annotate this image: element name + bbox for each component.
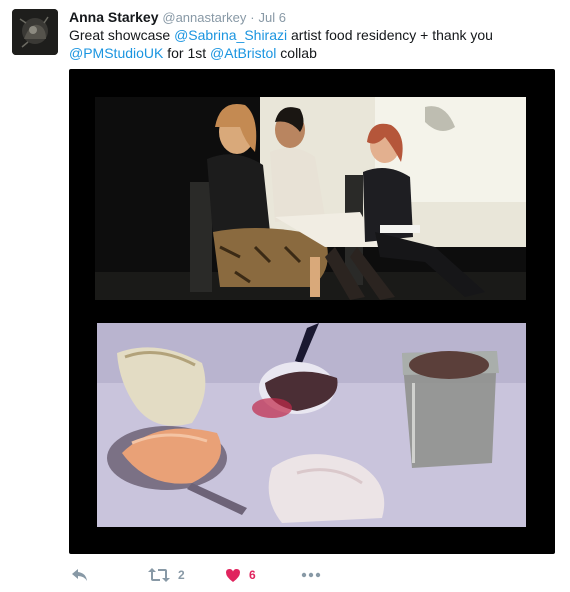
tweet-text: Great showcase @Sabrina_Shirazi artist f…	[69, 26, 549, 62]
food-tasting-photo[interactable]	[97, 323, 526, 527]
mention-link[interactable]: @AtBristol	[210, 45, 276, 61]
retweet-button[interactable]: 2	[148, 564, 185, 586]
retweet-count: 2	[178, 568, 185, 582]
like-button[interactable]: 6	[225, 564, 256, 586]
text-part: collab	[276, 45, 317, 61]
more-icon	[301, 572, 321, 578]
tweet-actions: 2 6	[69, 564, 549, 586]
text-part: for 1st	[163, 45, 211, 61]
avatar[interactable]	[12, 9, 58, 55]
text-part: artist food residency + thank you	[287, 27, 493, 43]
retweet-icon	[148, 568, 170, 582]
tweet-header: Anna Starkey @annastarkey · Jul 6	[69, 8, 286, 27]
tweet-media[interactable]	[69, 69, 555, 554]
more-button[interactable]	[301, 564, 321, 586]
tweet-date[interactable]: Jul 6	[259, 10, 286, 25]
like-count: 6	[249, 568, 256, 582]
text-part: Great showcase	[69, 27, 175, 43]
author-name[interactable]: Anna Starkey	[69, 9, 158, 25]
header-separator: ·	[250, 10, 255, 25]
panel-discussion-photo[interactable]	[95, 97, 526, 300]
heart-icon	[226, 568, 240, 582]
tweet: Anna Starkey @annastarkey · Jul 6 Great …	[0, 0, 570, 592]
mention-link[interactable]: @PMStudioUK	[69, 45, 163, 61]
reply-icon	[72, 569, 87, 581]
mention-link[interactable]: @Sabrina_Shirazi	[174, 27, 287, 43]
reply-button[interactable]	[71, 564, 89, 586]
author-handle[interactable]: @annastarkey	[162, 10, 246, 25]
